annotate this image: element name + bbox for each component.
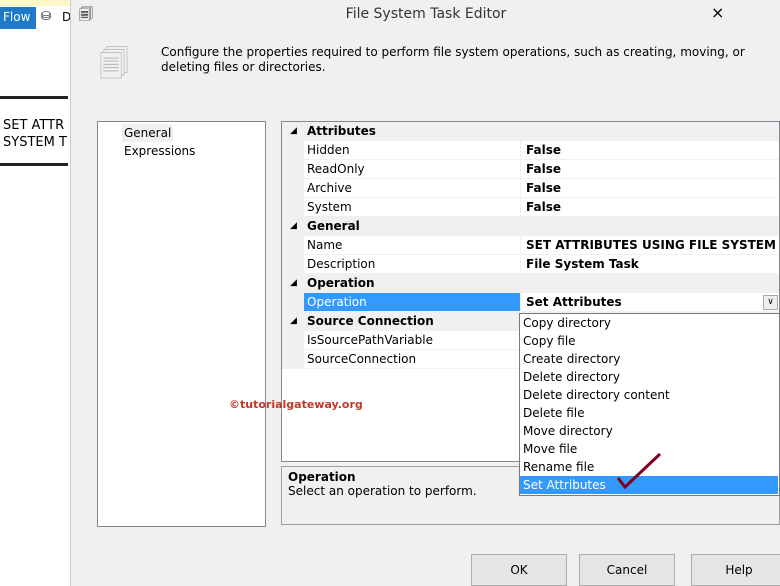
nav-item-general[interactable]: General (122, 124, 174, 142)
property-value[interactable]: False (520, 160, 779, 179)
category-label: General (307, 219, 360, 233)
dialog: File System Task Editor 🗐 × 🗐 Configure … (70, 0, 780, 586)
property-row[interactable]: Hidden False (282, 141, 779, 160)
close-button[interactable]: × (711, 3, 724, 22)
category-row: ◢ Operation (282, 274, 779, 293)
row-margin (282, 331, 304, 350)
dropdown-chevron-icon[interactable]: ∨ (763, 295, 778, 310)
help-button[interactable]: Help (691, 554, 780, 586)
property-name[interactable]: Description (304, 255, 520, 274)
property-value[interactable]: SET ATTRIBUTES USING FILE SYSTEM TASK IN (520, 236, 779, 255)
files-icon: 🗐 (99, 47, 129, 82)
watermark: ©tutorialgateway.org (229, 398, 363, 411)
property-row[interactable]: Description File System Task (282, 255, 779, 274)
property-row[interactable]: Operation Set Attributes ∨ (282, 293, 779, 312)
property-name[interactable]: IsSourcePathVariable (304, 331, 520, 350)
property-name[interactable]: SourceConnection (304, 350, 520, 369)
property-name[interactable]: ReadOnly (304, 160, 520, 179)
property-row[interactable]: ReadOnly False (282, 160, 779, 179)
row-margin (282, 198, 304, 217)
dropdown-option[interactable]: Delete file (520, 404, 778, 422)
collapse-icon[interactable]: ◢ (290, 217, 297, 236)
dropdown-option[interactable]: Move directory (520, 422, 778, 440)
nav-item-expressions[interactable]: Expressions (124, 142, 195, 160)
property-row[interactable]: System False (282, 198, 779, 217)
header-description: Configure the properties required to per… (161, 45, 745, 74)
dropdown-option[interactable]: Delete directory content (520, 386, 778, 404)
dropdown-option[interactable]: Copy directory (520, 314, 778, 332)
property-row[interactable]: Name SET ATTRIBUTES USING FILE SYSTEM TA… (282, 236, 779, 255)
ok-button[interactable]: OK (471, 554, 567, 586)
nav-list: General Expressions (97, 121, 266, 527)
cancel-button[interactable]: Cancel (579, 554, 675, 586)
data-flow-icon[interactable]: ⛁ (41, 9, 51, 23)
property-value[interactable]: File System Task (520, 255, 779, 274)
category-label: Attributes (307, 124, 376, 138)
property-value[interactable]: False (520, 141, 779, 160)
property-value[interactable]: Set Attributes (520, 293, 779, 312)
property-name[interactable]: Archive (304, 179, 520, 198)
property-row[interactable]: Archive False (282, 179, 779, 198)
window-title: File System Task Editor (345, 6, 507, 22)
category-row: ◢ Attributes (282, 122, 779, 141)
background-toolbar (0, 0, 70, 6)
category-row: ◢ General (282, 217, 779, 236)
checkmark-annotation (616, 452, 662, 490)
row-margin (282, 236, 304, 255)
row-margin (282, 255, 304, 274)
collapse-icon[interactable]: ◢ (290, 122, 297, 141)
dropdown-option[interactable]: Copy file (520, 332, 778, 350)
dropdown-option[interactable]: Create directory (520, 350, 778, 368)
row-margin (282, 141, 304, 160)
property-name[interactable]: Name (304, 236, 520, 255)
app-icon: 🗐 (79, 7, 93, 23)
dropdown-option[interactable]: Delete directory (520, 368, 778, 386)
row-margin (282, 293, 304, 312)
task-box[interactable]: SET ATTR SYSTEM T (0, 96, 68, 166)
property-name[interactable]: Hidden (304, 141, 520, 160)
property-name[interactable]: System (304, 198, 520, 217)
row-margin (282, 160, 304, 179)
row-margin (282, 179, 304, 198)
background-designer (0, 0, 70, 586)
category-label: Source Connection (307, 314, 434, 328)
collapse-icon[interactable]: ◢ (290, 312, 297, 331)
control-flow-tab[interactable]: Flow (0, 7, 36, 29)
collapse-icon[interactable]: ◢ (290, 274, 297, 293)
row-margin (282, 350, 304, 369)
category-label: Operation (307, 276, 375, 290)
header: 🗐 Configure the properties required to p… (81, 30, 780, 90)
property-name[interactable]: Operation (304, 293, 520, 312)
property-value[interactable]: False (520, 198, 779, 217)
property-value[interactable]: False (520, 179, 779, 198)
